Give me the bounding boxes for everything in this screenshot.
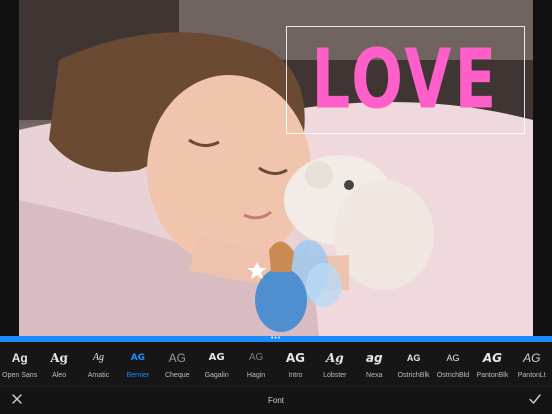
font-name: PantonLt <box>517 371 546 379</box>
font-item-pantonlt[interactable]: AG PantonLt <box>512 342 551 386</box>
font-sample: AG <box>248 351 264 363</box>
font-sample: AG <box>482 350 502 365</box>
font-name: Cheque <box>164 371 190 379</box>
font-item-intro[interactable]: AG Intro <box>276 342 315 386</box>
font-name: Lobster <box>323 371 347 379</box>
font-item-nexa[interactable]: ag Nexa <box>355 342 394 386</box>
font-name: OstrichBlk <box>397 371 430 379</box>
font-item-open-sans[interactable]: Ag Open Sans <box>0 342 39 386</box>
font-name: OstrichBld <box>436 371 470 379</box>
font-item-gagalin[interactable]: AG Gagalin <box>197 342 236 386</box>
font-sample: AG <box>208 351 225 363</box>
font-sample: AG <box>523 350 541 365</box>
font-sample: AG <box>406 352 421 363</box>
font-sample: Ag <box>325 350 344 365</box>
toolbar-title: Font <box>267 396 284 405</box>
font-item-aleo[interactable]: Ag Aleo <box>39 342 78 386</box>
font-sample: AG <box>168 350 186 365</box>
font-sample: Ag <box>92 351 105 363</box>
font-item-ostrichbld[interactable]: AG OstrichBld <box>433 342 472 386</box>
font-item-amatic[interactable]: Ag Amatic <box>79 342 118 386</box>
font-item-bernier[interactable]: AG Bernier <box>118 342 157 386</box>
photo-canvas[interactable]: LOVE <box>0 0 552 336</box>
font-item-lobster[interactable]: Ag Lobster <box>315 342 354 386</box>
text-overlay-box[interactable]: LOVE <box>286 26 525 134</box>
font-item-pantonblk[interactable]: AG PantonBlk <box>473 342 512 386</box>
font-sample: ag <box>365 350 383 365</box>
font-sample: AG <box>130 352 146 363</box>
font-name: Hagin <box>246 371 266 379</box>
font-name: Open Sans <box>2 371 38 379</box>
font-sample: AG <box>446 352 460 363</box>
font-name: Intro <box>288 371 303 379</box>
font-sample: Ag <box>11 350 28 365</box>
font-name: PantonBlk <box>476 371 509 379</box>
font-item-ostrichblk[interactable]: AG OstrichBlk <box>394 342 433 386</box>
bottom-toolbar: Font <box>0 386 552 414</box>
overlay-text[interactable]: LOVE <box>312 39 500 121</box>
font-name: Nexa <box>366 371 383 379</box>
font-item-hagin[interactable]: AG Hagin <box>236 342 275 386</box>
font-name: Gagalin <box>204 371 229 379</box>
font-picker: Ag Open Sans Ag Aleo Ag Amatic AG Bernie… <box>0 342 552 386</box>
font-name: Aleo <box>52 371 67 379</box>
font-sample: Ag <box>50 350 68 365</box>
font-name: Amatic <box>87 371 110 379</box>
checkmark-icon <box>529 394 541 404</box>
font-name: Bernier <box>126 371 150 379</box>
font-sample: AG <box>285 350 305 365</box>
confirm-button[interactable] <box>528 392 542 406</box>
font-item-cheque[interactable]: AG Cheque <box>158 342 197 386</box>
